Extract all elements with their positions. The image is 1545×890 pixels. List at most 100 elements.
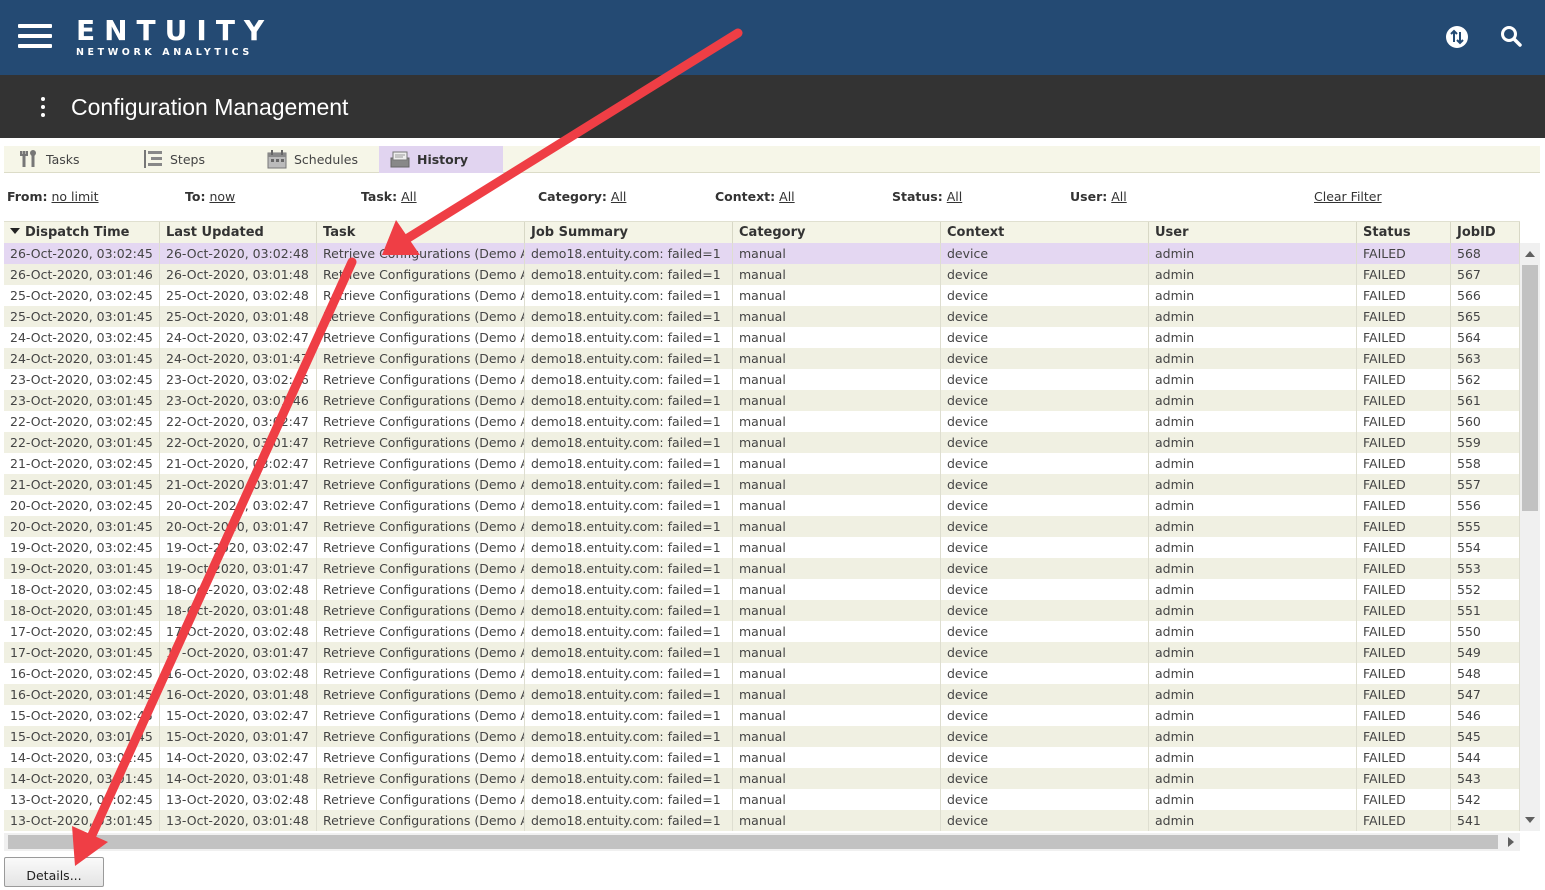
filter-to-link[interactable]: now (209, 189, 235, 204)
table-row[interactable]: 15-Oct-2020, 03:01:45 15-Oct-2020, 03:01:… (4, 726, 1520, 747)
column-header-status[interactable]: Status (1357, 222, 1451, 244)
cell-jobid: 545 (1451, 726, 1520, 747)
filter-status-link[interactable]: All (947, 189, 963, 204)
table-row[interactable]: 21-Oct-2020, 03:02:45 21-Oct-2020, 03:02:… (4, 453, 1520, 474)
cell-category: manual (733, 705, 941, 726)
schedule-icon (266, 149, 288, 169)
column-header-label: JobID (1457, 225, 1496, 240)
filter-task-link[interactable]: All (401, 189, 417, 204)
cell-task: Retrieve Configurations (Demo Ap (317, 411, 525, 432)
cell-task: Retrieve Configurations (Demo Ap (317, 348, 525, 369)
kebab-menu-icon[interactable] (38, 96, 48, 118)
table-row[interactable]: 22-Oct-2020, 03:02:45 22-Oct-2020, 03:02:… (4, 411, 1520, 432)
table-row[interactable]: 16-Oct-2020, 03:01:45 16-Oct-2020, 03:01:… (4, 684, 1520, 705)
cell-job-summary: demo18.entuity.com: failed=1 (525, 348, 733, 369)
column-header-task[interactable]: Task (317, 222, 525, 244)
cell-dispatch-time: 14-Oct-2020, 03:02:45 (4, 747, 160, 768)
table-row[interactable]: 18-Oct-2020, 03:02:45 18-Oct-2020, 03:02:… (4, 579, 1520, 600)
search-icon[interactable] (1498, 23, 1526, 51)
cell-context: device (941, 705, 1149, 726)
table-row[interactable]: 14-Oct-2020, 03:01:45 14-Oct-2020, 03:01:… (4, 768, 1520, 789)
tab-steps[interactable]: Steps (132, 146, 252, 173)
column-header-dispatch-time[interactable]: Dispatch Time (4, 222, 160, 244)
cell-job-summary: demo18.entuity.com: failed=1 (525, 411, 733, 432)
column-header-last-updated[interactable]: Last Updated (160, 222, 317, 244)
tab-tasks[interactable]: Tasks (8, 146, 128, 173)
table-row[interactable]: 20-Oct-2020, 03:02:45 20-Oct-2020, 03:02:… (4, 495, 1520, 516)
filter-from-link[interactable]: no limit (52, 189, 99, 204)
tab-history[interactable]: History (379, 146, 503, 173)
cell-status: FAILED (1357, 453, 1451, 474)
cell-last-updated: 17-Oct-2020, 03:01:47 (160, 642, 317, 663)
table-row[interactable]: 13-Oct-2020, 03:02:45 13-Oct-2020, 03:02:… (4, 789, 1520, 810)
scroll-up-arrow-icon[interactable] (1525, 251, 1535, 257)
table-row[interactable]: 22-Oct-2020, 03:01:45 22-Oct-2020, 03:01:… (4, 432, 1520, 453)
cell-context: device (941, 411, 1149, 432)
table-row[interactable]: 16-Oct-2020, 03:02:45 16-Oct-2020, 03:02:… (4, 663, 1520, 684)
table-row[interactable]: 26-Oct-2020, 03:01:46 26-Oct-2020, 03:01:… (4, 264, 1520, 285)
column-header-job-summary[interactable]: Job Summary (525, 222, 733, 244)
cell-user: admin (1149, 432, 1357, 453)
table-row[interactable]: 19-Oct-2020, 03:01:45 19-Oct-2020, 03:01:… (4, 558, 1520, 579)
details-button[interactable]: Details... (4, 857, 104, 887)
cell-dispatch-time: 13-Oct-2020, 03:01:45 (4, 810, 160, 831)
cell-user: admin (1149, 327, 1357, 348)
filter-category-link[interactable]: All (611, 189, 627, 204)
table-row[interactable]: 17-Oct-2020, 03:01:45 17-Oct-2020, 03:01:… (4, 642, 1520, 663)
cell-last-updated: 17-Oct-2020, 03:02:48 (160, 621, 317, 642)
table-row[interactable]: 20-Oct-2020, 03:01:45 20-Oct-2020, 03:01:… (4, 516, 1520, 537)
filter-task: Task: All (361, 189, 417, 204)
column-header-context[interactable]: Context (941, 222, 1149, 244)
table-row[interactable]: 25-Oct-2020, 03:01:45 25-Oct-2020, 03:01:… (4, 306, 1520, 327)
table-row[interactable]: 18-Oct-2020, 03:01:45 18-Oct-2020, 03:01:… (4, 600, 1520, 621)
table-row[interactable]: 26-Oct-2020, 03:02:45 26-Oct-2020, 03:02:… (4, 243, 1520, 264)
scrollbar-thumb[interactable] (1522, 265, 1538, 511)
filter-context-link[interactable]: All (779, 189, 795, 204)
table-row[interactable]: 24-Oct-2020, 03:01:45 24-Oct-2020, 03:01:… (4, 348, 1520, 369)
column-header-jobid[interactable]: JobID (1451, 222, 1520, 244)
entuity-logo[interactable]: ENTUITY NETWORK ANALYTICS (76, 16, 273, 59)
scroll-down-arrow-icon[interactable] (1525, 817, 1535, 823)
cell-category: manual (733, 306, 941, 327)
cell-user: admin (1149, 411, 1357, 432)
cell-job-summary: demo18.entuity.com: failed=1 (525, 747, 733, 768)
table-row[interactable]: 25-Oct-2020, 03:02:45 25-Oct-2020, 03:02:… (4, 285, 1520, 306)
table-row[interactable]: 13-Oct-2020, 03:01:45 13-Oct-2020, 03:01:… (4, 810, 1520, 831)
table-row[interactable]: 23-Oct-2020, 03:01:45 23-Oct-2020, 03:01:… (4, 390, 1520, 411)
table-row[interactable]: 19-Oct-2020, 03:02:45 19-Oct-2020, 03:02:… (4, 537, 1520, 558)
vertical-scrollbar[interactable] (1520, 243, 1540, 831)
table-row[interactable]: 14-Oct-2020, 03:02:45 14-Oct-2020, 03:02:… (4, 747, 1520, 768)
scroll-right-arrow-icon[interactable] (1508, 837, 1514, 847)
cell-user: admin (1149, 474, 1357, 495)
cell-dispatch-time: 20-Oct-2020, 03:01:45 (4, 516, 160, 537)
cell-context: device (941, 642, 1149, 663)
tab-label: History (417, 152, 469, 167)
filter-user-link[interactable]: All (1111, 189, 1127, 204)
table-row[interactable]: 21-Oct-2020, 03:01:45 21-Oct-2020, 03:01:… (4, 474, 1520, 495)
table-row[interactable]: 15-Oct-2020, 03:02:45 15-Oct-2020, 03:02:… (4, 705, 1520, 726)
cell-task: Retrieve Configurations (Demo Ap (317, 705, 525, 726)
scrollbar-thumb[interactable] (8, 835, 1498, 849)
clear-filter-link[interactable]: Clear Filter (1314, 189, 1382, 204)
cell-user: admin (1149, 747, 1357, 768)
cell-jobid: 542 (1451, 789, 1520, 810)
sync-icon[interactable] (1443, 23, 1471, 51)
column-header-user[interactable]: User (1149, 222, 1357, 244)
table-row[interactable]: 17-Oct-2020, 03:02:45 17-Oct-2020, 03:02:… (4, 621, 1520, 642)
table-row[interactable]: 23-Oct-2020, 03:02:45 23-Oct-2020, 03:02:… (4, 369, 1520, 390)
tab-schedules[interactable]: Schedules (256, 146, 376, 173)
table-row[interactable]: 24-Oct-2020, 03:02:45 24-Oct-2020, 03:02:… (4, 327, 1520, 348)
cell-task: Retrieve Configurations (Demo Ap (317, 579, 525, 600)
history-icon (389, 149, 411, 169)
sort-descending-icon (10, 228, 20, 234)
cell-task: Retrieve Configurations (Demo Ap (317, 558, 525, 579)
cell-status: FAILED (1357, 600, 1451, 621)
column-header-category[interactable]: Category (733, 222, 941, 244)
cell-context: device (941, 348, 1149, 369)
cell-job-summary: demo18.entuity.com: failed=1 (525, 537, 733, 558)
cell-context: device (941, 684, 1149, 705)
cell-user: admin (1149, 789, 1357, 810)
cell-context: device (941, 621, 1149, 642)
horizontal-scrollbar[interactable] (4, 833, 1520, 851)
hamburger-menu-icon[interactable] (18, 24, 52, 48)
